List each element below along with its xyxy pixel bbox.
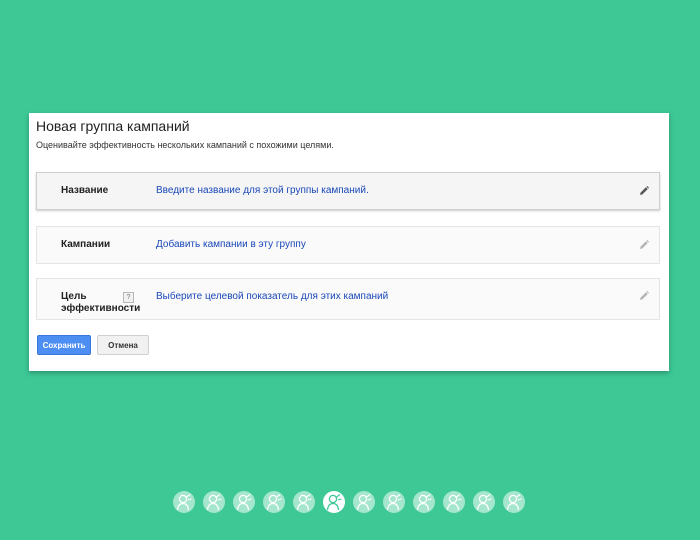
pager-dot[interactable]: [173, 491, 195, 513]
person-icon: [326, 494, 342, 511]
pencil-icon[interactable]: [639, 240, 649, 250]
pager-dot[interactable]: [233, 491, 255, 513]
person-icon: [506, 494, 522, 511]
pager-dot[interactable]: [353, 491, 375, 513]
panel-title: Новая группа кампаний: [36, 118, 190, 134]
person-icon: [236, 494, 252, 511]
person-icon: [176, 494, 192, 511]
campaigns-row[interactable]: Кампании Добавить кампании в эту группу: [36, 226, 660, 264]
person-icon: [476, 494, 492, 511]
panel-subtitle: Оценивайте эффективность нескольких камп…: [36, 140, 334, 150]
performance-goal-label: Цель эффективности: [61, 291, 141, 314]
pager-dot[interactable]: [293, 491, 315, 513]
name-label: Название: [61, 185, 109, 196]
help-icon[interactable]: ?: [123, 292, 134, 303]
select-goal-link[interactable]: Выберите целевой показатель для этих кам…: [156, 291, 388, 302]
person-icon: [296, 494, 312, 511]
pager-dot[interactable]: [263, 491, 285, 513]
pager-dot[interactable]: [443, 491, 465, 513]
save-button[interactable]: Сохранить: [37, 335, 91, 355]
person-icon: [446, 494, 462, 511]
pager-dot[interactable]: [503, 491, 525, 513]
person-icon: [416, 494, 432, 511]
pager-dot[interactable]: [383, 491, 405, 513]
add-campaigns-link[interactable]: Добавить кампании в эту группу: [156, 239, 306, 250]
person-icon: [266, 494, 282, 511]
person-icon: [206, 494, 222, 511]
name-row[interactable]: Название Введите название для этой групп…: [36, 172, 660, 210]
performance-goal-row[interactable]: Цель эффективности ? Выберите целевой по…: [36, 278, 660, 320]
cancel-button[interactable]: Отмена: [97, 335, 149, 355]
new-campaign-group-panel: Новая группа кампаний Оценивайте эффекти…: [29, 113, 669, 371]
person-icon: [356, 494, 372, 511]
pager-dot[interactable]: [323, 491, 345, 513]
campaigns-label: Кампании: [61, 239, 111, 250]
pager-dot[interactable]: [473, 491, 495, 513]
pencil-icon[interactable]: [639, 186, 649, 196]
pager-dot[interactable]: [203, 491, 225, 513]
pencil-icon[interactable]: [639, 291, 649, 301]
name-input-link[interactable]: Введите название для этой группы кампани…: [156, 185, 369, 196]
person-icon: [386, 494, 402, 511]
pager-dot[interactable]: [413, 491, 435, 513]
